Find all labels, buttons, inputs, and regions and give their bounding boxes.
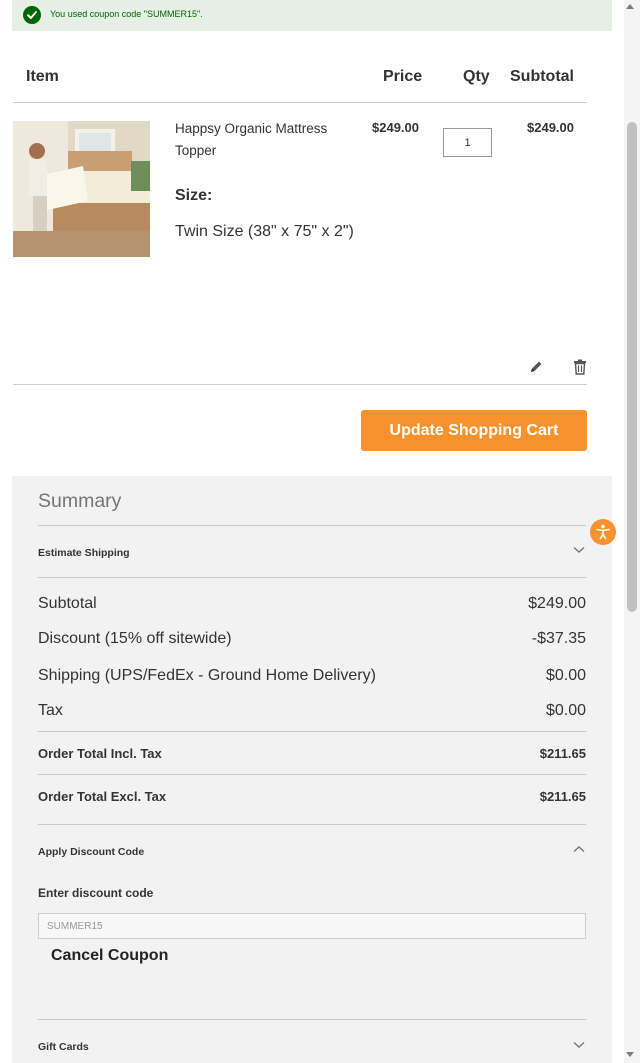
scroll-up-arrow-icon[interactable]	[626, 4, 634, 9]
estimate-shipping-toggle[interactable]: Estimate Shipping	[38, 547, 130, 559]
success-message-text: You used coupon code "SUMMER15".	[50, 9, 203, 19]
discount-code-input[interactable]	[38, 913, 586, 939]
chevron-down-icon[interactable]	[573, 541, 585, 553]
summary-divider	[38, 824, 586, 825]
summary-divider	[38, 525, 586, 526]
summary-divider	[38, 774, 586, 775]
accessibility-button[interactable]	[590, 519, 616, 545]
item-price: $249.00	[372, 120, 419, 135]
header-divider	[13, 102, 587, 103]
chevron-down-icon[interactable]	[573, 1036, 585, 1048]
column-header-item: Item	[26, 68, 59, 85]
product-name[interactable]: Happsy Organic Mattress Topper	[175, 118, 350, 162]
total-incl-tax-value: $211.65	[539, 746, 586, 761]
summary-divider	[38, 731, 586, 732]
cancel-coupon-button[interactable]: Cancel Coupon	[51, 947, 168, 965]
chevron-up-icon[interactable]	[573, 840, 585, 853]
pencil-icon[interactable]	[527, 358, 545, 376]
subtotal-label: Subtotal	[38, 595, 97, 612]
item-divider	[13, 384, 587, 385]
summary-title: Summary	[38, 490, 122, 512]
summary-divider	[38, 1019, 586, 1020]
check-circle-icon	[23, 6, 41, 24]
accessibility-icon	[596, 524, 610, 540]
item-subtotal: $249.00	[527, 120, 574, 135]
shipping-value: $0.00	[545, 667, 586, 684]
total-excl-tax-label: Order Total Excl. Tax	[38, 789, 167, 804]
discount-label: Discount (15% off sitewide)	[38, 630, 232, 647]
tax-label: Tax	[38, 702, 63, 719]
option-label: Size:	[175, 187, 213, 204]
total-incl-tax-label: Order Total Incl. Tax	[38, 746, 162, 761]
scrollbar-thumb[interactable]	[627, 122, 637, 612]
scroll-down-arrow-icon[interactable]	[626, 1052, 634, 1057]
apply-discount-toggle[interactable]: Apply Discount Code	[38, 846, 144, 858]
success-message: You used coupon code "SUMMER15".	[12, 0, 612, 31]
option-value: Twin Size (38" x 75" x 2")	[175, 223, 354, 240]
trash-icon[interactable]	[571, 358, 589, 376]
shipping-label: Shipping (UPS/FedEx - Ground Home Delive…	[38, 667, 376, 684]
column-header-qty: Qty	[463, 68, 490, 85]
discount-value: -$37.35	[531, 630, 586, 647]
product-image[interactable]	[13, 121, 150, 257]
update-cart-button[interactable]: Update Shopping Cart	[361, 410, 587, 451]
tax-value: $0.00	[545, 702, 586, 719]
summary-divider	[38, 577, 586, 578]
subtotal-value: $249.00	[528, 595, 586, 612]
total-excl-tax-value: $211.65	[539, 789, 586, 804]
discount-field-label: Enter discount code	[38, 886, 154, 900]
gift-cards-toggle[interactable]: Gift Cards	[38, 1041, 89, 1053]
summary-panel	[12, 476, 612, 1063]
column-header-subtotal: Subtotal	[510, 68, 574, 85]
qty-input[interactable]	[443, 128, 492, 157]
column-header-price: Price	[383, 68, 423, 85]
